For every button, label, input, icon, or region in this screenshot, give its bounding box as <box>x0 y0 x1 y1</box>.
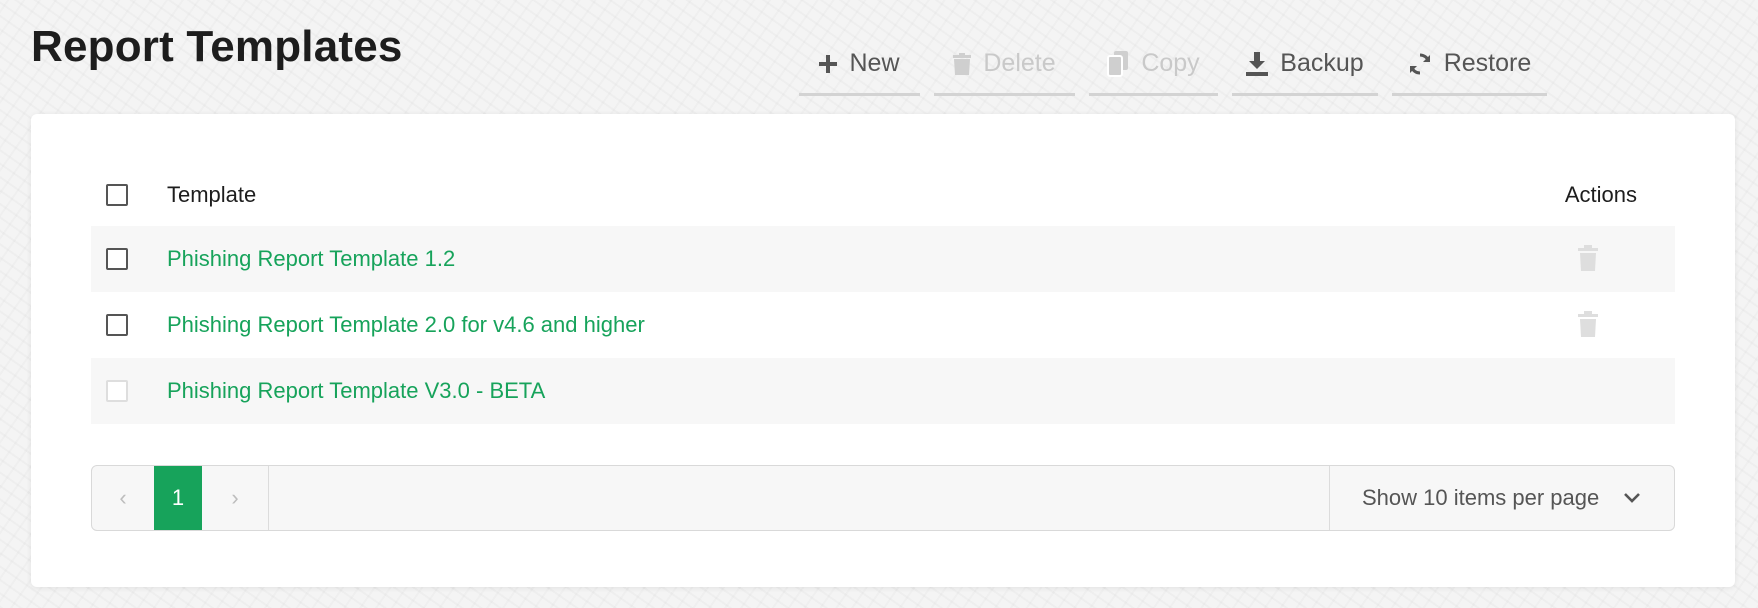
table-row: Phishing Report Template V3.0 - BETA <box>91 358 1675 424</box>
template-link[interactable]: Phishing Report Template V3.0 - BETA <box>167 378 545 404</box>
restore-button-label: Restore <box>1443 49 1532 77</box>
page-1-button[interactable]: 1 <box>154 466 202 530</box>
page-title: Report Templates <box>31 22 403 71</box>
page-size-label: Show 10 items per page <box>1362 485 1600 510</box>
plus-icon <box>819 54 838 73</box>
select-all-checkbox[interactable] <box>106 184 128 206</box>
row-checkbox[interactable] <box>106 248 128 270</box>
restore-button[interactable]: Restore <box>1392 34 1547 96</box>
copy-icon <box>1107 50 1129 77</box>
download-icon <box>1246 51 1269 76</box>
copy-button[interactable]: Copy <box>1089 34 1218 96</box>
row-checkbox[interactable] <box>106 314 128 336</box>
trash-icon <box>953 52 972 75</box>
template-link[interactable]: Phishing Report Template 2.0 for v4.6 an… <box>167 312 645 338</box>
pagination: ‹ 1 › Show 10 items per page <box>91 465 1675 531</box>
delete-button[interactable]: Delete <box>934 34 1075 96</box>
table-row: Phishing Report Template 1.2 <box>91 226 1675 292</box>
next-page-button[interactable]: › <box>202 466 269 530</box>
column-header-actions: Actions <box>1564 182 1637 207</box>
template-link[interactable]: Phishing Report Template 1.2 <box>167 246 455 272</box>
table-row: Phishing Report Template 2.0 for v4.6 an… <box>91 292 1675 358</box>
new-button-label: New <box>849 49 900 77</box>
row-checkbox <box>106 380 128 402</box>
backup-button-label: Backup <box>1280 49 1364 77</box>
column-header-template: Template <box>167 182 257 207</box>
delete-button-label: Delete <box>983 49 1056 77</box>
table-header: Template Actions <box>91 164 1675 226</box>
copy-button-label: Copy <box>1141 49 1200 77</box>
page-size-select[interactable]: Show 10 items per page <box>1329 466 1674 530</box>
trash-icon[interactable] <box>1578 245 1598 271</box>
trash-icon[interactable] <box>1578 311 1598 337</box>
templates-table: Template Actions Phishing Report Templat… <box>91 164 1675 424</box>
chevron-down-icon <box>1624 493 1641 503</box>
refresh-icon <box>1409 52 1430 75</box>
templates-card: Template Actions Phishing Report Templat… <box>31 114 1735 587</box>
new-button[interactable]: New <box>799 34 920 96</box>
backup-button[interactable]: Backup <box>1232 34 1378 96</box>
prev-page-button[interactable]: ‹ <box>92 466 154 530</box>
